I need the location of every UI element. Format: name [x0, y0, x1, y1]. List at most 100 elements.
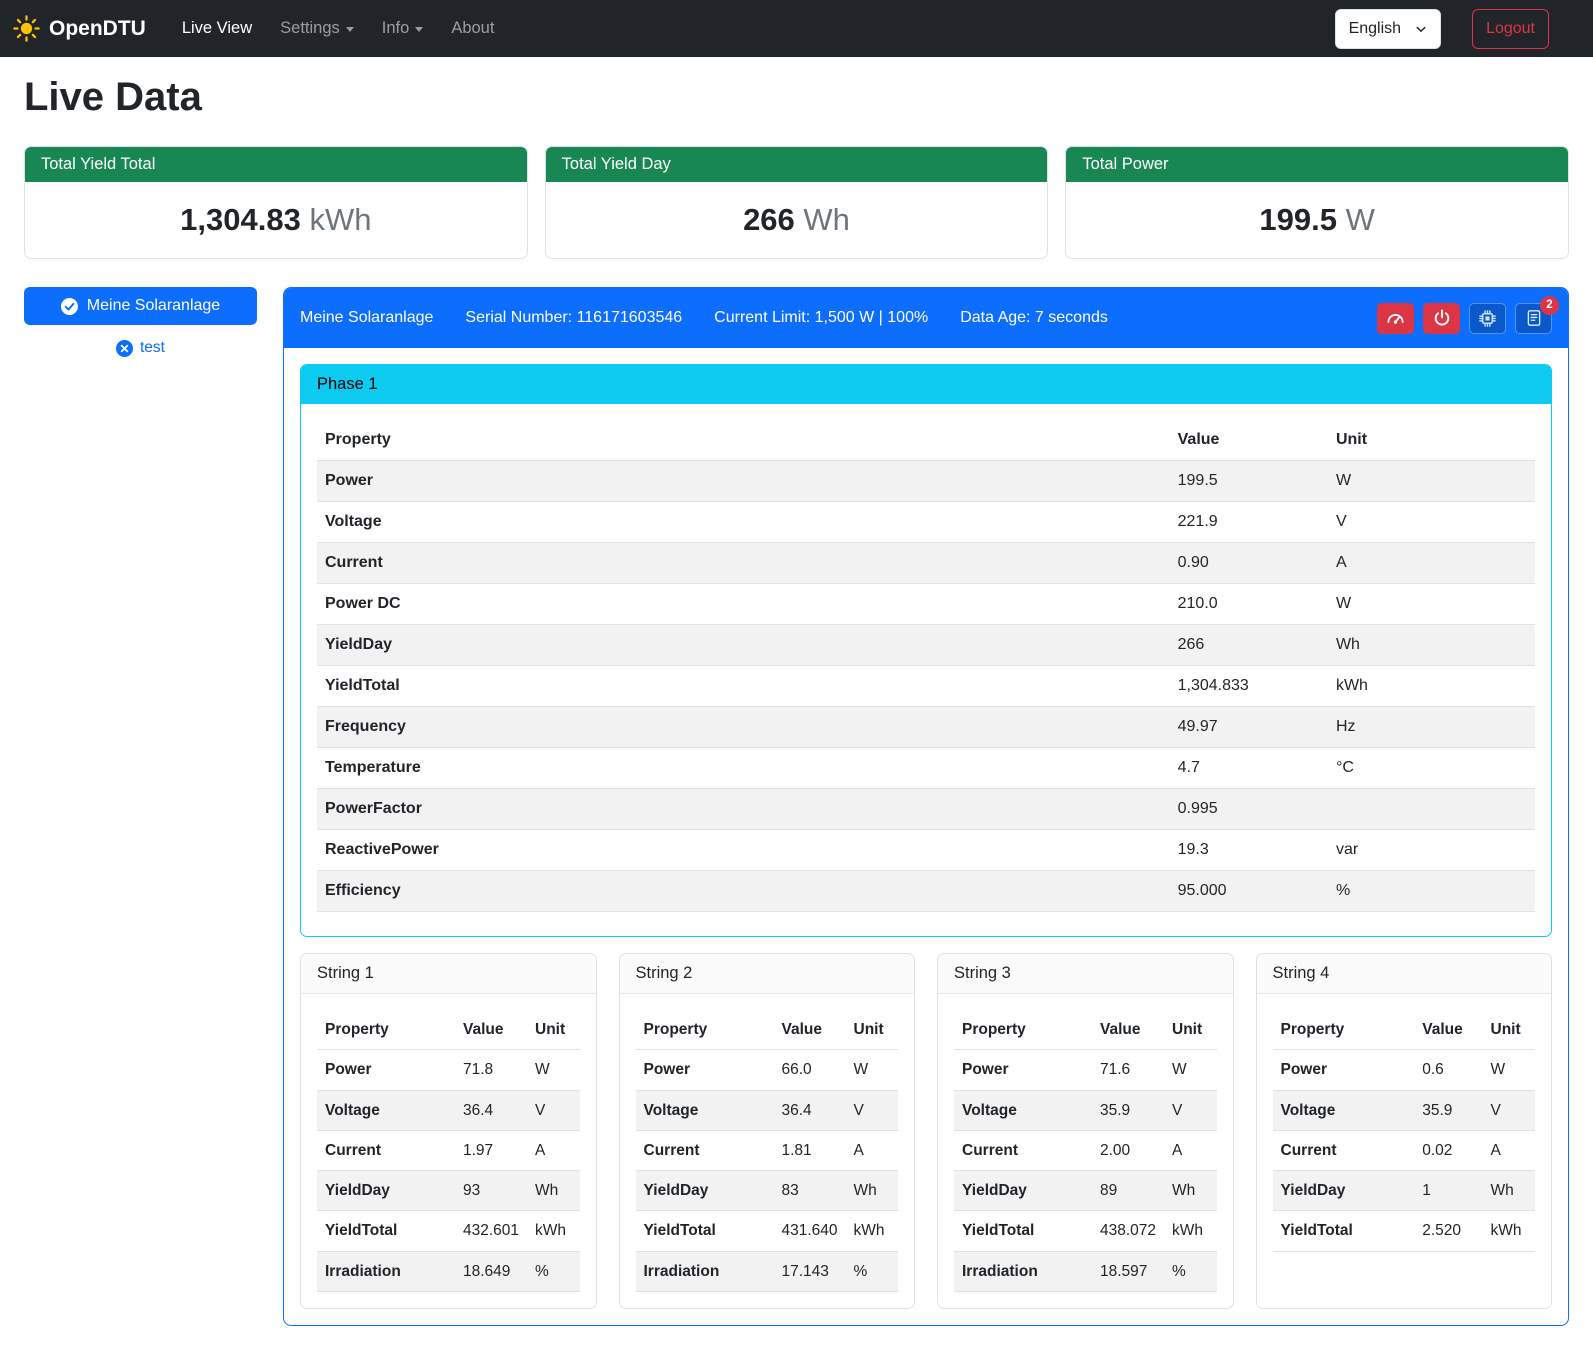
cell-unit: W: [1164, 1050, 1217, 1090]
table-row: Current 0.90 A: [317, 543, 1535, 584]
cell-value: 35.9: [1414, 1090, 1482, 1130]
power-icon: [1433, 309, 1451, 327]
chevron-down-icon: [346, 27, 354, 32]
cell-value: 4.7: [1170, 748, 1328, 789]
power-button[interactable]: [1423, 303, 1460, 334]
cell-unit: Wh: [1164, 1171, 1217, 1211]
phase-card-title: Phase 1: [301, 365, 1551, 404]
nav-item-info[interactable]: Info: [370, 11, 436, 46]
cell-property: Power: [317, 461, 1170, 502]
table-row: Current 1.81 A: [636, 1130, 899, 1170]
cell-property: YieldDay: [636, 1171, 774, 1211]
nav-label: Settings: [280, 19, 340, 38]
cell-property: YieldTotal: [636, 1211, 774, 1251]
table-header-row: Property Value Unit: [1273, 1010, 1536, 1050]
live-data-row: Meine Solaranlage test Meine Solaranlage…: [24, 287, 1569, 1326]
cpu-icon: [1478, 309, 1497, 328]
string-card-1: String 1 Property Value Unit: [300, 953, 597, 1309]
summary-cards-row: Total Yield Total 1,304.83 kWh Total Yie…: [24, 146, 1569, 259]
table-row: Power 0.6 W: [1273, 1050, 1536, 1090]
cell-unit: A: [1164, 1130, 1217, 1170]
inverter-select-button[interactable]: Meine Solaranlage: [24, 287, 257, 325]
summary-value: 1,304.83: [180, 202, 301, 237]
cell-unit: A: [527, 1130, 580, 1170]
cell-property: YieldDay: [1273, 1171, 1415, 1211]
cell-property: Efficiency: [317, 871, 1170, 912]
cell-property: Power DC: [317, 584, 1170, 625]
inverter-limit: Current Limit: 1,500 W | 100%: [714, 309, 928, 327]
inverter-card-header: Meine Solaranlage Serial Number: 1161716…: [284, 288, 1568, 348]
table-row: YieldDay 266 Wh: [317, 625, 1535, 666]
table-row: Temperature 4.7 °C: [317, 748, 1535, 789]
cell-value: 17.143: [773, 1251, 845, 1291]
language-select[interactable]: English: [1335, 9, 1441, 49]
table-header-row: Property Value Unit: [636, 1010, 899, 1050]
table-row: Irradiation 17.143 %: [636, 1251, 899, 1291]
table-row: YieldTotal 438.072 kWh: [954, 1211, 1217, 1251]
cell-value: 2.520: [1414, 1211, 1482, 1251]
table-row: PowerFactor 0.995: [317, 789, 1535, 830]
inverter-item-test[interactable]: test: [24, 339, 257, 357]
nav-label: About: [451, 19, 494, 38]
summary-value: 266: [743, 202, 795, 237]
inverter-item-label: test: [140, 339, 165, 357]
cell-unit: Wh: [1483, 1171, 1536, 1211]
cell-property: Irradiation: [636, 1251, 774, 1291]
cell-property: Current: [954, 1130, 1092, 1170]
summary-unit: W: [1346, 202, 1375, 237]
cell-property: Voltage: [317, 1090, 455, 1130]
summary-card-body: 266 Wh: [546, 182, 1048, 258]
cell-unit: kWh: [846, 1211, 899, 1251]
cell-unit: var: [1328, 830, 1535, 871]
cell-value: 1.97: [455, 1130, 527, 1170]
phase-card: Phase 1 Property Value Unit: [300, 364, 1552, 937]
table-row: Voltage 35.9 V: [954, 1090, 1217, 1130]
cell-value: 0.6: [1414, 1050, 1482, 1090]
cell-unit: W: [1483, 1050, 1536, 1090]
cell-property: YieldTotal: [317, 1211, 455, 1251]
cell-value: 19.3: [1170, 830, 1328, 871]
table-row: Current 2.00 A: [954, 1130, 1217, 1170]
brand[interactable]: OpenDTU: [13, 15, 146, 42]
table-row: YieldTotal 1,304.833 kWh: [317, 666, 1535, 707]
event-log-button[interactable]: 2: [1515, 303, 1552, 334]
cell-value: 1: [1414, 1171, 1482, 1211]
table-row: Irradiation 18.597 %: [954, 1251, 1217, 1291]
column-header-unit: Unit: [1328, 420, 1535, 461]
cell-value: 36.4: [455, 1090, 527, 1130]
column-header-unit: Unit: [1483, 1010, 1536, 1050]
logout-button[interactable]: Logout: [1472, 9, 1549, 49]
column-header-property: Property: [954, 1010, 1092, 1050]
string-table: Property Value Unit Power: [317, 1010, 580, 1292]
column-header-unit: Unit: [846, 1010, 899, 1050]
nav-item-settings[interactable]: Settings: [268, 11, 366, 46]
device-info-button[interactable]: [1469, 303, 1506, 334]
speedometer-icon: [1386, 309, 1405, 328]
cell-value: 83: [773, 1171, 845, 1211]
cell-value: 1.81: [773, 1130, 845, 1170]
nav-item-live-view[interactable]: Live View: [170, 11, 264, 46]
string-table-body: Power 71.8 W Voltage 36.4 V: [317, 1050, 580, 1292]
inverter-card: Meine Solaranlage Serial Number: 1161716…: [283, 287, 1569, 1326]
cell-value: 49.97: [1170, 707, 1328, 748]
summary-card-total-yield-total: Total Yield Total 1,304.83 kWh: [24, 146, 528, 259]
cell-value: 221.9: [1170, 502, 1328, 543]
cell-unit: V: [527, 1090, 580, 1130]
nav-item-about[interactable]: About: [439, 11, 506, 46]
cell-value: 0.995: [1170, 789, 1328, 830]
cell-unit: Hz: [1328, 707, 1535, 748]
nav-label: Live View: [182, 19, 252, 38]
string-card-4: String 4 Property Value Unit: [1256, 953, 1553, 1309]
inverter-select-label: Meine Solaranlage: [87, 297, 220, 315]
page-title: Live Data: [24, 75, 1569, 120]
cell-value: 0.90: [1170, 543, 1328, 584]
cell-value: 71.6: [1092, 1050, 1164, 1090]
string-table-body: Power 0.6 W Voltage 35.9 V: [1273, 1050, 1536, 1251]
limit-settings-button[interactable]: [1377, 303, 1414, 334]
cell-value: 18.597: [1092, 1251, 1164, 1291]
column-header-unit: Unit: [527, 1010, 580, 1050]
check-circle-icon: [61, 298, 78, 315]
journal-icon: [1525, 309, 1543, 327]
cell-value: 1,304.833: [1170, 666, 1328, 707]
cell-property: Power: [1273, 1050, 1415, 1090]
